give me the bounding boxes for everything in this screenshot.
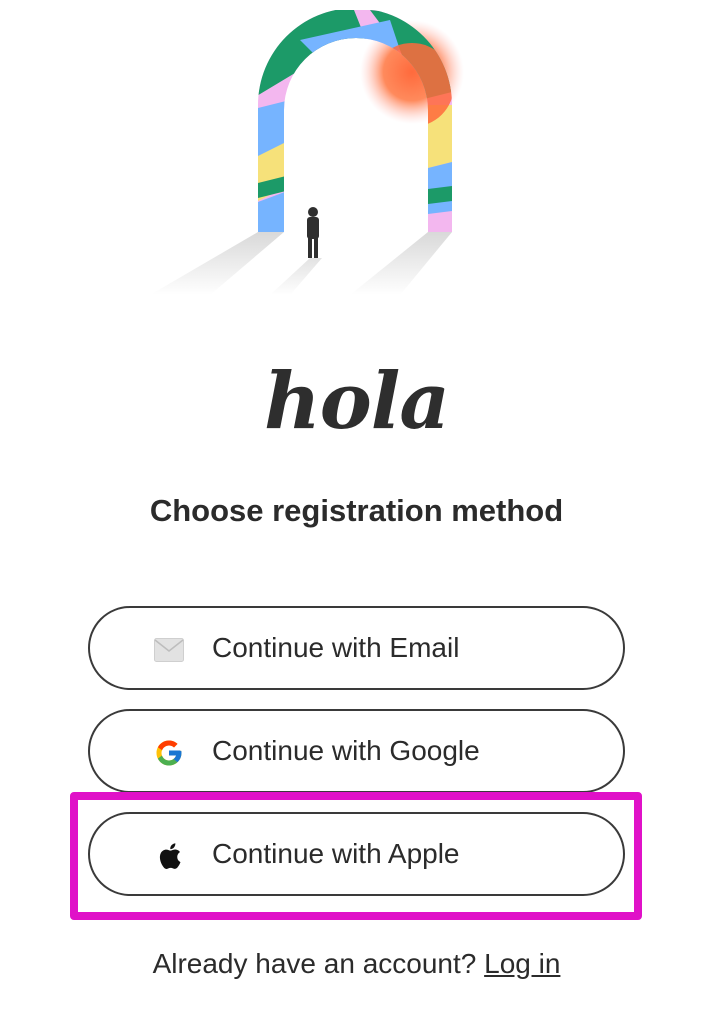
continue-with-apple-button[interactable]: Continue with Apple [88, 812, 625, 896]
google-button-label: Continue with Google [212, 735, 480, 766]
person-silhouette [307, 207, 319, 258]
login-prompt: Already have an account? Log in [0, 944, 713, 984]
hero-illustration [150, 8, 480, 300]
apple-icon [152, 839, 186, 873]
email-button-label: Continue with Email [212, 632, 460, 663]
apple-button-label: Continue with Apple [212, 838, 460, 869]
continue-with-email-button[interactable]: Continue with Email [88, 606, 625, 690]
envelope-icon [152, 633, 186, 667]
page-title: Choose registration method [149, 493, 564, 528]
continue-with-google-button[interactable]: Continue with Google [88, 709, 625, 793]
google-g-icon [152, 736, 186, 770]
login-link[interactable]: Log in [484, 948, 560, 979]
app-logo: hola [264, 356, 450, 447]
login-prompt-text: Already have an account? [152, 948, 477, 979]
arch-illustration-icon [150, 8, 464, 295]
